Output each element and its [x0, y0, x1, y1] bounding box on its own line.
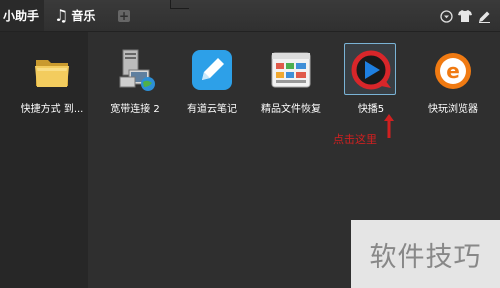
watermark: 软件技巧 [351, 220, 500, 288]
folder-icon [28, 46, 76, 94]
annotation-text: 点击这里 [333, 133, 377, 146]
tshirt-icon[interactable] [458, 9, 472, 23]
desktop-icon-file-recovery[interactable]: 精品文件恢复 [251, 44, 331, 120]
arrow-up-icon [384, 114, 394, 138]
desktop-icon-label: 快播5 [357, 104, 385, 115]
qvod-player-icon [347, 46, 395, 94]
kuaiwan-browser-icon: e [429, 46, 477, 94]
file-recovery-icon [267, 46, 315, 94]
desktop-icon-label: 宽带连接 2 [110, 104, 160, 115]
top-bar: 小助手 ♫ 音乐 + [0, 0, 500, 32]
music-note-icon: ♫ [54, 5, 69, 25]
desktop-icon-label: 有道云笔记 [187, 104, 237, 115]
desktop-icon-kuaiwan-browser[interactable]: e 快玩浏览器 [413, 44, 493, 120]
tab-music-label: 音乐 [71, 9, 96, 23]
svg-text:e: e [446, 59, 460, 83]
tab-music[interactable]: ♫ 音乐 [54, 0, 114, 31]
desktop-icon-broadband[interactable]: 宽带连接 2 [95, 44, 175, 120]
add-tab-button[interactable]: + [118, 10, 130, 22]
pencil-icon[interactable] [477, 9, 491, 23]
top-icons [439, 9, 491, 23]
chevron-down-icon[interactable] [439, 9, 453, 23]
tab-helper[interactable]: 小助手 [0, 0, 44, 31]
network-connection-icon [111, 46, 159, 94]
desktop-icon-label: 快玩浏览器 [428, 104, 478, 115]
divider [170, 0, 189, 9]
desktop-icon-qvod[interactable]: 快播5 [331, 44, 411, 120]
desktop-icon-shortcut[interactable]: 快捷方式 到... [12, 44, 92, 120]
youdao-note-icon [188, 46, 236, 94]
desktop-icon-label: 精品文件恢复 [261, 104, 321, 115]
desktop-icon-youdao-note[interactable]: 有道云笔记 [172, 44, 252, 120]
desktop-icon-label: 快捷方式 到... [20, 104, 84, 115]
tab-helper-label: 小助手 [3, 9, 40, 23]
